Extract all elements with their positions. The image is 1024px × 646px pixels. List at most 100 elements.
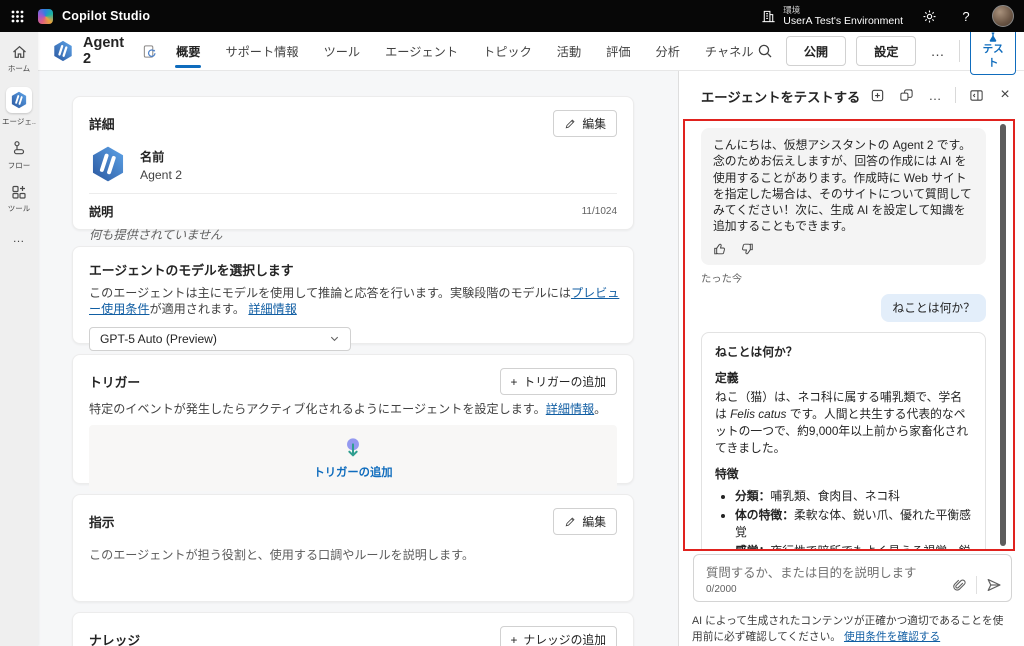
environment-name: UserA Test's Environment (783, 15, 903, 28)
knowledge-card-title: ナレッジ (89, 630, 140, 646)
agent-logo-tile (6, 87, 32, 113)
details-edit-button[interactable]: 編集 (553, 110, 617, 137)
char-counter: 0/2000 (706, 584, 737, 595)
instructions-card: 指示 編集 このエージェントが担う役割と、使用する口調やルールを説明します。 (72, 494, 634, 602)
tab-tools[interactable]: ツール (323, 31, 362, 71)
tab-channels[interactable]: チャネル (704, 31, 755, 71)
trigger-description: 特定のイベントが発生したらアクティブ化されるようにエージェントを設定します。詳細… (89, 400, 617, 417)
autosave-status-icon[interactable] (141, 43, 157, 59)
trigger-learn-more-link[interactable]: 詳細情報 (546, 402, 594, 416)
header-more-icon[interactable]: … (926, 43, 949, 59)
sidebar-item-agents[interactable]: エージェ.. (1, 87, 37, 127)
divider (955, 87, 956, 103)
model-select-dropdown[interactable]: GPT-5 Auto (Preview) (89, 327, 351, 351)
sidebar-item-label: ホーム (8, 63, 30, 74)
definition-label: 定義 (715, 370, 972, 387)
details-card: 詳細 編集 名前 Agent 2 説明 11/1024 何も提供されていません (72, 96, 634, 230)
test-agent-panel: エージェントをテストする … × こんにちは、仮想アシスタントの Agent 2… (678, 71, 1024, 646)
attach-paperclip-icon[interactable] (952, 578, 967, 593)
tools-icon (11, 184, 27, 200)
trigger-empty-action[interactable]: トリガーの追加 (313, 464, 392, 480)
definition-text: ねこ（猫）は、ネコ科に属する哺乳類で、学名は Felis catus です。人間… (715, 389, 972, 457)
thumbs-up-icon[interactable] (713, 242, 727, 256)
settings-button[interactable]: 設定 (856, 36, 916, 66)
agent-tabs: 概要 サポート情報 ツール エージェント トピック 活動 評価 分析 チャネル (175, 31, 754, 71)
flask-icon (987, 31, 999, 43)
instructions-placeholder-text: このエージェントが担う役割と、使用する口調やルールを説明します。 (89, 546, 617, 563)
topbar-right: 環境 UserA Test's Environment ? (761, 5, 1014, 28)
activity-map-icon[interactable] (897, 86, 915, 104)
test-button[interactable]: テスト (970, 27, 1016, 74)
copilot-studio-app: { "colors":{"accent":"#0f6cbd","link":"#… (0, 0, 1024, 646)
instructions-edit-button[interactable]: 編集 (553, 508, 617, 535)
add-trigger-button[interactable]: + トリガーの追加 (500, 368, 617, 395)
copilot-studio-logo-icon (38, 9, 53, 24)
divider (976, 576, 977, 594)
bot-response-card: ねことは何か？ 定義 ねこ（猫）は、ネコ科に属する哺乳類で、学名は Felis … (701, 332, 986, 550)
app-title[interactable]: Copilot Studio (62, 9, 150, 23)
thumbs-down-icon[interactable] (740, 242, 754, 256)
flow-icon (11, 140, 27, 157)
model-select-value: GPT-5 Auto (Preview) (100, 332, 217, 346)
agent-logo-icon (52, 40, 74, 62)
trigger-card: トリガー + トリガーの追加 特定のイベントが発生したらアクティブ化されるように… (72, 354, 634, 484)
tab-support-info[interactable]: サポート情報 (224, 31, 299, 71)
settings-gear-icon[interactable] (918, 5, 940, 27)
tab-activity[interactable]: 活動 (556, 31, 582, 71)
model-card-description: このエージェントは主にモデルを使用して推論と応答を行います。実験段階のモデルには… (89, 285, 629, 318)
header-actions: 公開 設定 … テスト (755, 27, 1016, 74)
chevron-down-icon (329, 333, 340, 344)
sidebar-item-tools[interactable]: ツール (1, 184, 37, 214)
chat-input[interactable]: 質問するか、または目的を説明します 0/2000 (693, 554, 1012, 602)
page-title: Agent 2 (83, 35, 134, 67)
search-icon[interactable] (755, 38, 776, 64)
main-content: 詳細 編集 名前 Agent 2 説明 11/1024 何も提供されていません … (38, 71, 678, 646)
bot-greeting-message: こんにちは、仮想アシスタントの Agent 2 です。念のためお伝えしますが、回… (701, 128, 986, 265)
test-panel-title: エージェントをテストする (701, 87, 860, 106)
panel-more-icon[interactable]: … (926, 86, 944, 104)
left-nav-rail: ホーム エージェ.. フロー ツール … (0, 32, 38, 646)
help-icon[interactable]: ? (955, 5, 977, 27)
name-value: Agent 2 (140, 168, 182, 182)
model-learn-more-link[interactable]: 詳細情報 (248, 302, 296, 316)
tab-analytics[interactable]: 分析 (655, 31, 681, 71)
sidebar-item-flows[interactable]: フロー (1, 140, 37, 171)
publish-button[interactable]: 公開 (786, 36, 846, 66)
message-timestamp: たった今 (701, 273, 986, 287)
divider (89, 193, 617, 194)
dock-panel-icon[interactable] (967, 86, 985, 104)
instructions-card-title: 指示 (89, 512, 115, 531)
feedback-row (713, 242, 974, 256)
agent-logo-icon (89, 145, 127, 183)
tab-evaluation[interactable]: 評価 (605, 31, 631, 71)
user-avatar[interactable] (992, 5, 1014, 27)
home-icon (11, 44, 28, 60)
description-value: 何も提供されていません (89, 225, 617, 243)
chat-scrollbar-thumb[interactable] (1000, 124, 1006, 546)
tab-overview[interactable]: 概要 (175, 31, 201, 71)
tab-agents[interactable]: エージェント (384, 31, 459, 71)
environment-switcher[interactable]: 環境 UserA Test's Environment (761, 5, 903, 28)
test-panel-toolbar: … × (868, 86, 1014, 104)
sidebar-more-icon[interactable]: … (13, 231, 26, 245)
terms-of-use-link[interactable]: 使用条件を確認する (844, 631, 940, 643)
agent-name-row: 名前 Agent 2 (89, 145, 617, 183)
features-label: 特徴 (715, 466, 972, 483)
plus-icon: + (511, 633, 518, 646)
features-list: 分類：哺乳類、食肉目、ネコ科体の特徴：柔軟な体、鋭い爪、優れた平衡感覚感覚：夜行… (735, 488, 972, 550)
chat-transcript: こんにちは、仮想アシスタントの Agent 2 です。念のためお伝えしますが、回… (684, 120, 1014, 550)
sidebar-item-home[interactable]: ホーム (1, 44, 37, 74)
tab-topics[interactable]: トピック (482, 31, 533, 71)
chat-input-placeholder: 質問するか、または目的を説明します (706, 563, 916, 581)
sidebar-item-label: エージェ.. (2, 116, 36, 127)
user-message: ねことは何か？ (881, 294, 986, 322)
send-icon[interactable] (986, 577, 1002, 593)
sidebar-item-label: ツール (8, 203, 31, 214)
close-icon[interactable]: × (996, 86, 1014, 104)
building-icon (761, 9, 776, 24)
add-knowledge-button[interactable]: + ナレッジの追加 (500, 626, 617, 646)
agent-header-bar: Agent 2 概要 サポート情報 ツール エージェント トピック 活動 評価 … (38, 32, 1024, 71)
app-launcher-icon[interactable] (0, 0, 34, 32)
new-chat-icon[interactable] (868, 86, 886, 104)
trigger-empty-state[interactable]: トリガーの追加 (89, 425, 617, 491)
